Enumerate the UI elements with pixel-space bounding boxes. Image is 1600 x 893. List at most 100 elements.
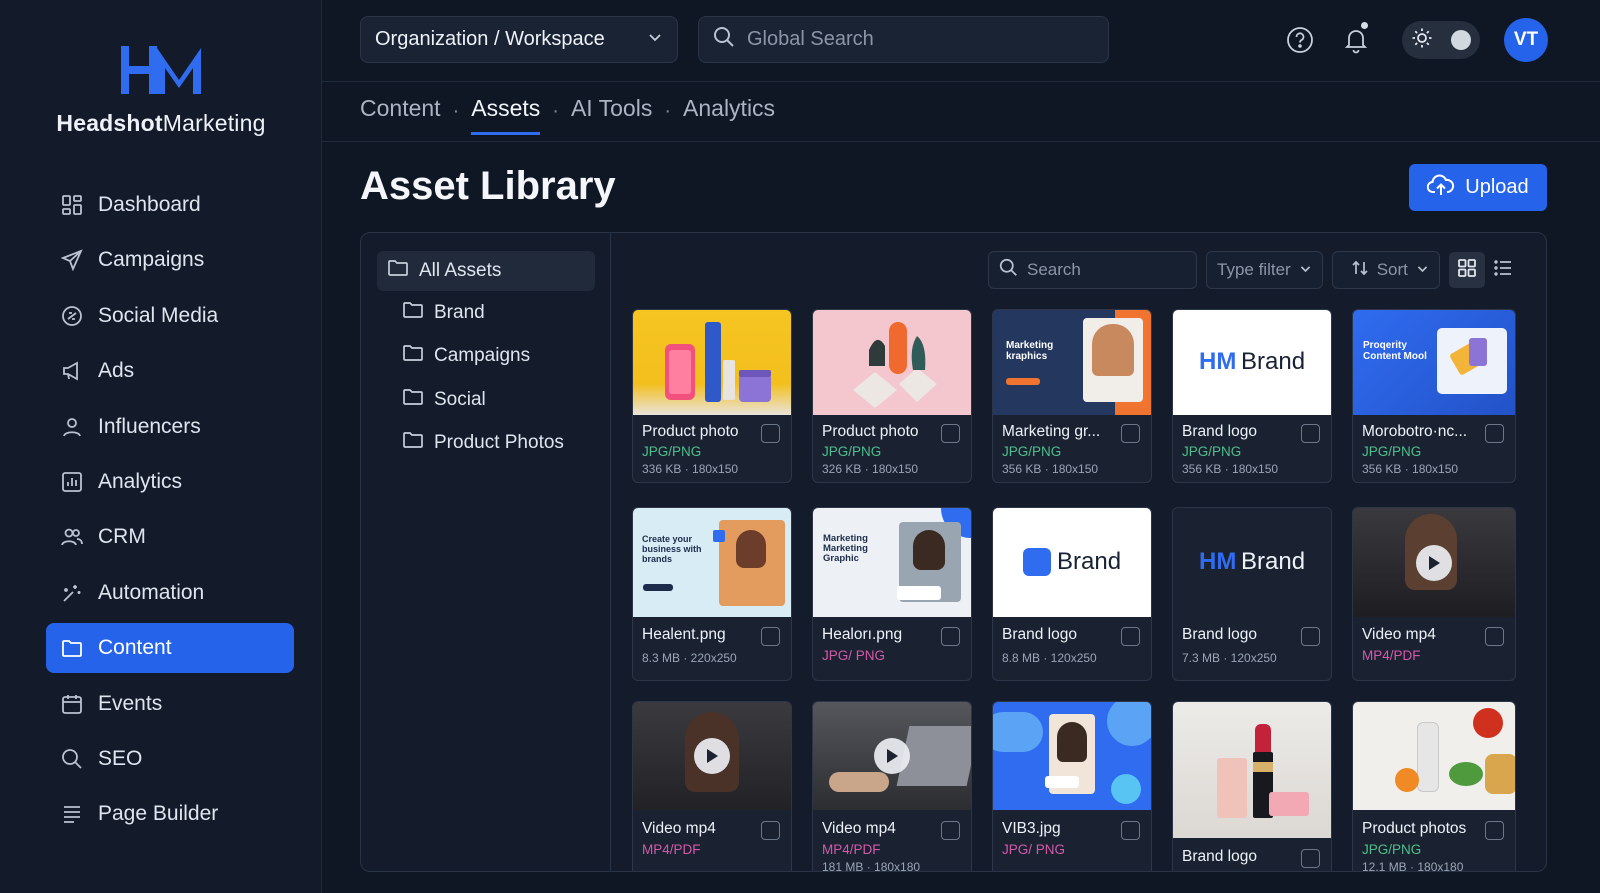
sort-select[interactable]: Sort: [1331, 251, 1440, 289]
asset-card[interactable]: HM Brand Brand logo JPG/PNG 356 KB · 180…: [1172, 309, 1332, 483]
asset-checkbox[interactable]: [941, 424, 960, 443]
top-bar: Organization / Workspace Global Search V…: [322, 0, 1600, 82]
thumbnail-text: Proqerity Content Mool: [1363, 340, 1427, 362]
upload-button[interactable]: Upload: [1409, 164, 1547, 211]
folder-product-photos[interactable]: Product Photos: [402, 423, 564, 463]
sidebar-item-ads[interactable]: Ads: [46, 346, 294, 396]
sidebar-item-label: SEO: [98, 746, 143, 770]
asset-checkbox[interactable]: [761, 627, 780, 646]
asset-checkbox[interactable]: [761, 424, 780, 443]
asset-meta: 181 MB · 180x180: [822, 860, 921, 872]
search-icon: [60, 747, 84, 771]
megaphone-icon: [60, 359, 84, 383]
folder-all-assets[interactable]: All Assets: [377, 251, 595, 291]
folder-brand[interactable]: Brand: [402, 293, 485, 333]
asset-title: Product photo: [642, 423, 739, 440]
asset-card[interactable]: Marketing Marketing Graphic Healorı.png …: [812, 507, 972, 681]
sidebar-item-analytics[interactable]: Analytics: [46, 457, 294, 507]
sidebar-item-campaigns[interactable]: Campaigns: [46, 235, 294, 285]
asset-thumbnail: HM Brand: [1173, 508, 1331, 617]
sidebar-item-events[interactable]: Events: [46, 679, 294, 729]
asset-title: Morobotro·nc...: [1362, 423, 1468, 440]
asset-card[interactable]: HM Brand Brand logo 7.3 MB · 120x250: [1172, 507, 1332, 681]
asset-checkbox[interactable]: [1301, 849, 1320, 868]
play-icon[interactable]: [874, 738, 910, 774]
asset-panel: All Assets Brand Campaigns Social Produc…: [360, 232, 1547, 872]
asset-checkbox[interactable]: [1485, 424, 1504, 443]
asset-search-input[interactable]: Search: [988, 251, 1197, 289]
asset-toolbar: Search Type filter Sort: [988, 251, 1521, 289]
asset-checkbox[interactable]: [941, 821, 960, 840]
top-actions: VT: [1278, 18, 1548, 62]
asset-card[interactable]: Video mp4 MP4/PDF 181 MB · 180x180: [812, 701, 972, 872]
view-toggle: [1448, 251, 1521, 289]
asset-checkbox[interactable]: [1121, 627, 1140, 646]
theme-toggle[interactable]: [1402, 21, 1480, 59]
grid-view-button[interactable]: [1448, 252, 1485, 288]
play-icon[interactable]: [694, 738, 730, 774]
tab-ai-tools[interactable]: AI Tools: [571, 95, 652, 132]
asset-thumbnail: [633, 310, 791, 415]
asset-card[interactable]: Product photos JPG/PNG 12.1 MB · 180x180: [1352, 701, 1516, 871]
sidebar-item-seo[interactable]: SEO: [46, 734, 294, 784]
sidebar-item-crm[interactable]: CRM: [46, 512, 294, 562]
asset-thumbnail: Marketing Marketing Graphic: [813, 508, 971, 617]
asset-checkbox[interactable]: [1485, 821, 1504, 840]
notification-dot: [1361, 22, 1368, 29]
folder-campaigns[interactable]: Campaigns: [402, 336, 530, 376]
asset-title: Brand logo: [1002, 626, 1077, 643]
folder-label: Brand: [434, 302, 485, 323]
asset-checkbox[interactable]: [761, 821, 780, 840]
asset-card[interactable]: Video mp4 MP4/PDF: [632, 701, 792, 871]
avatar[interactable]: VT: [1504, 18, 1548, 62]
asset-card[interactable]: Proqerity Content Mool Morobotro·nc... J…: [1352, 309, 1516, 483]
notifications-bell-icon[interactable]: [1334, 18, 1378, 62]
thumbnail-text: Brand: [1057, 548, 1122, 575]
asset-checkbox[interactable]: [1301, 424, 1320, 443]
asset-checkbox[interactable]: [1121, 821, 1140, 840]
asset-checkbox[interactable]: [1301, 627, 1320, 646]
folder-label: Product Photos: [434, 432, 564, 453]
sidebar-item-label: Automation: [98, 580, 205, 604]
folder-icon: [60, 636, 84, 660]
sidebar-item-dashboard[interactable]: Dashboard: [46, 180, 294, 230]
social-icon: [60, 304, 84, 328]
asset-card[interactable]: Product photo JPG/PNG 326 KB · 180x150: [812, 309, 972, 483]
folder-tree: All Assets Brand Campaigns Social Produc…: [361, 233, 611, 871]
asset-meta: 326 KB · 180x150: [822, 462, 919, 476]
help-icon[interactable]: [1278, 18, 1322, 62]
asset-checkbox[interactable]: [941, 627, 960, 646]
automation-icon: [60, 581, 84, 605]
brand-logo[interactable]: HeadshotMarketing: [0, 44, 322, 137]
play-icon[interactable]: [1416, 544, 1452, 581]
global-search-input[interactable]: Global Search: [698, 16, 1109, 63]
tab-content[interactable]: Content: [360, 95, 441, 132]
asset-checkbox[interactable]: [1485, 627, 1504, 646]
list-view-button[interactable]: [1485, 252, 1521, 288]
asset-card[interactable]: Video mp4 MP4/PDF: [1352, 507, 1516, 681]
asset-card[interactable]: Product photo JPG/PNG 336 KB · 180x150: [632, 309, 792, 483]
tab-analytics[interactable]: Analytics: [683, 95, 775, 132]
asset-type: JPG/PNG: [642, 444, 702, 459]
asset-card[interactable]: Create your business with brands Healent…: [632, 507, 792, 681]
asset-card[interactable]: Brand logo: [1172, 701, 1332, 871]
sidebar-item-influencers[interactable]: Influencers: [46, 402, 294, 452]
asset-checkbox[interactable]: [1121, 424, 1140, 443]
asset-title: Marketing gr...: [1002, 423, 1101, 440]
asset-card[interactable]: Marketing kraphics Marketing gr... JPG/P…: [992, 309, 1152, 483]
asset-card[interactable]: VIB3.jpg JPG/ PNG: [992, 701, 1152, 871]
sidebar-item-social-media[interactable]: Social Media: [46, 291, 294, 341]
sidebar-item-content[interactable]: Content: [46, 623, 294, 674]
type-filter-select[interactable]: Type filter: [1206, 251, 1323, 289]
dashboard-icon: [60, 193, 84, 217]
sidebar-item-label: Influencers: [98, 414, 201, 438]
sidebar-item-page-builder[interactable]: Page Builder: [46, 789, 294, 839]
sidebar-item-automation[interactable]: Automation: [46, 568, 294, 618]
folder-social[interactable]: Social: [402, 380, 486, 420]
sort-label: Sort: [1376, 260, 1408, 279]
thumbnail-text: Marketing kraphics: [1006, 340, 1054, 362]
asset-type: JPG/PNG: [1002, 444, 1062, 459]
workspace-select[interactable]: Organization / Workspace: [360, 16, 678, 63]
asset-card[interactable]: Brand Brand logo 8.8 MB · 120x250: [992, 507, 1152, 681]
tab-assets[interactable]: Assets: [471, 95, 541, 135]
